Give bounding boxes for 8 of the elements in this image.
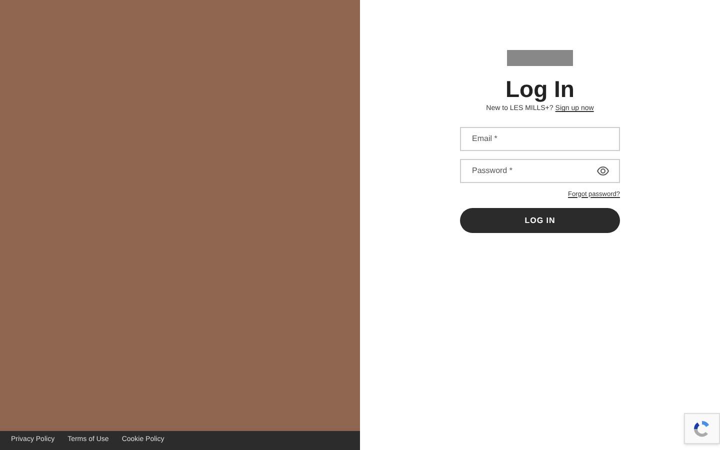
recaptcha-badge[interactable]: [684, 413, 720, 444]
password-field[interactable]: Password *: [460, 158, 620, 182]
show-password-icon[interactable]: [597, 166, 609, 176]
email-field[interactable]: Email *: [460, 126, 620, 150]
recaptcha-icon: [692, 418, 712, 438]
page-title: Log In: [506, 75, 574, 103]
login-button[interactable]: LOG IN: [460, 208, 620, 234]
logo: [507, 50, 573, 66]
